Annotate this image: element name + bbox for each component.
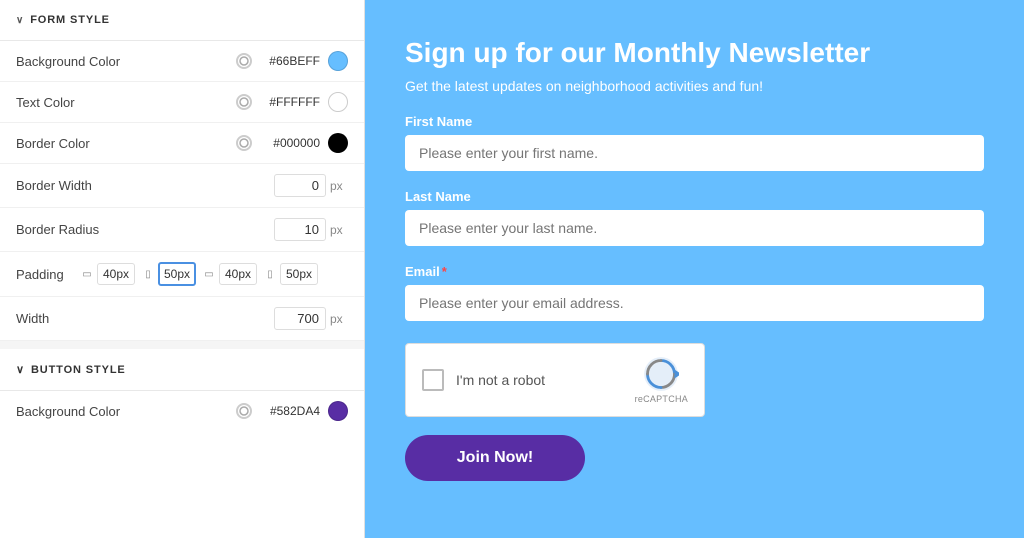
padding-left-input[interactable] xyxy=(280,263,318,285)
padding-top-icon: ▭ xyxy=(80,267,94,281)
padding-bottom-group: ▭ xyxy=(202,263,257,285)
button-bg-color-hex: #582DA4 xyxy=(260,404,320,418)
section-gap xyxy=(0,341,364,349)
newsletter-subtitle: Get the latest updates on neighborhood a… xyxy=(405,78,984,94)
padding-left-icon: ▯ xyxy=(263,267,277,281)
border-width-row: Border Width px xyxy=(0,164,364,208)
background-color-hex: #66BEFF xyxy=(260,54,320,68)
text-color-radio[interactable] xyxy=(236,94,252,110)
chevron-icon: ∨ xyxy=(16,15,24,26)
width-label: Width xyxy=(16,311,274,326)
first-name-field: First Name xyxy=(405,114,984,185)
padding-right-group: ▯ xyxy=(141,262,196,286)
background-color-swatch[interactable] xyxy=(328,51,348,71)
border-radius-label: Border Radius xyxy=(16,222,274,237)
join-now-button[interactable]: Join Now! xyxy=(405,435,585,481)
form-style-header[interactable]: ∨ FORM STYLE xyxy=(0,0,364,40)
padding-bottom-icon: ▭ xyxy=(202,267,216,281)
border-width-input[interactable] xyxy=(274,174,326,197)
last-name-input[interactable] xyxy=(405,210,984,246)
newsletter-title: Sign up for our Monthly Newsletter xyxy=(405,36,984,70)
email-required-marker: * xyxy=(442,264,447,279)
padding-right-icon: ▯ xyxy=(141,267,155,281)
right-panel: Sign up for our Monthly Newsletter Get t… xyxy=(365,0,1024,538)
border-radius-input[interactable] xyxy=(274,218,326,241)
captcha-right: reCAPTCHA xyxy=(635,356,688,404)
border-radius-unit: px xyxy=(330,223,348,237)
button-chevron-icon: ∨ xyxy=(16,363,25,376)
border-width-unit: px xyxy=(330,179,348,193)
width-input[interactable] xyxy=(274,307,326,330)
form-style-label: FORM STYLE xyxy=(30,14,110,26)
text-color-row: Text Color #FFFFFF xyxy=(0,82,364,123)
padding-label: Padding xyxy=(16,267,74,282)
border-color-swatch[interactable] xyxy=(328,133,348,153)
button-bg-color-radio[interactable] xyxy=(236,403,252,419)
border-color-radio[interactable] xyxy=(236,135,252,151)
border-radius-row: Border Radius px xyxy=(0,208,364,252)
button-style-label: BUTTON STYLE xyxy=(31,364,126,376)
text-color-swatch[interactable] xyxy=(328,92,348,112)
button-bg-color-swatch[interactable] xyxy=(328,401,348,421)
captcha-brand-label: reCAPTCHA xyxy=(635,394,688,404)
last-name-field: Last Name xyxy=(405,189,984,260)
email-input[interactable] xyxy=(405,285,984,321)
background-color-label: Background Color xyxy=(16,54,228,69)
background-color-radio[interactable] xyxy=(236,53,252,69)
text-color-label: Text Color xyxy=(16,95,228,110)
last-name-label: Last Name xyxy=(405,189,984,204)
padding-row: Padding ▭ ▯ ▭ ▯ xyxy=(0,252,364,297)
captcha-box[interactable]: I'm not a robot reCAPTCHA xyxy=(405,343,705,417)
border-color-hex: #000000 xyxy=(260,136,320,150)
padding-top-input[interactable] xyxy=(97,263,135,285)
captcha-checkbox[interactable] xyxy=(422,369,444,391)
first-name-label: First Name xyxy=(405,114,984,129)
email-field: Email* xyxy=(405,264,984,335)
border-color-row: Border Color #000000 xyxy=(0,123,364,164)
border-width-label: Border Width xyxy=(16,178,274,193)
padding-bottom-input[interactable] xyxy=(219,263,257,285)
width-unit: px xyxy=(330,312,348,326)
padding-right-input[interactable] xyxy=(158,262,196,286)
captcha-text: I'm not a robot xyxy=(456,372,545,388)
button-bg-color-row: Background Color #582DA4 xyxy=(0,391,364,431)
email-label: Email* xyxy=(405,264,984,279)
recaptcha-icon xyxy=(643,356,679,392)
border-color-label: Border Color xyxy=(16,136,228,151)
width-row: Width px xyxy=(0,297,364,341)
button-style-header[interactable]: ∨ BUTTON STYLE xyxy=(0,349,364,390)
captcha-left: I'm not a robot xyxy=(422,369,545,391)
left-panel: ∨ FORM STYLE Background Color #66BEFF Te… xyxy=(0,0,365,538)
background-color-row: Background Color #66BEFF xyxy=(0,41,364,82)
padding-left-group: ▯ xyxy=(263,263,318,285)
button-bg-color-label: Background Color xyxy=(16,404,228,419)
padding-top-group: ▭ xyxy=(80,263,135,285)
text-color-hex: #FFFFFF xyxy=(260,95,320,109)
first-name-input[interactable] xyxy=(405,135,984,171)
